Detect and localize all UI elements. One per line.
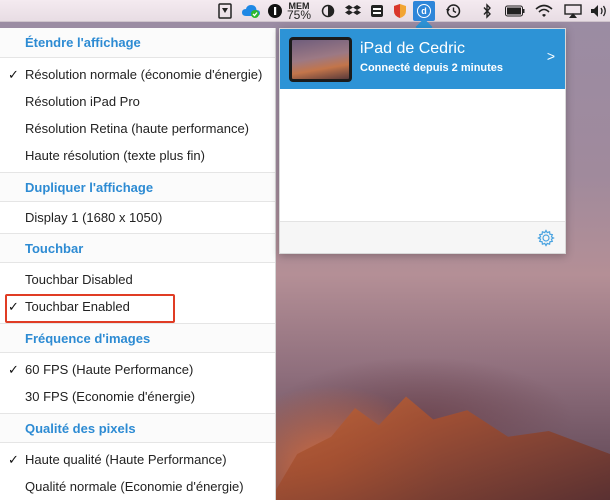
menu-item-touchbar-enabled[interactable]: ✓ Touchbar Enabled bbox=[0, 293, 275, 323]
duet-glyph: d bbox=[417, 4, 431, 18]
checkmark-icon: ✓ bbox=[8, 67, 19, 82]
menu-item-label: Résolution iPad Pro bbox=[25, 94, 140, 109]
chevron-right-icon: > bbox=[546, 48, 555, 64]
menu-item-label: Haute qualité (Haute Performance) bbox=[25, 452, 227, 467]
duet-popover: iPad de Cedric Connecté depuis 2 minutes… bbox=[279, 28, 566, 254]
checkmark-icon: ✓ bbox=[8, 452, 19, 467]
section-header-pixel-quality: Qualité des pixels bbox=[0, 413, 275, 443]
wifi-icon[interactable] bbox=[534, 2, 554, 20]
bluetooth-icon[interactable] bbox=[481, 2, 493, 20]
section-header-extend-display: Étendre l'affichage bbox=[0, 28, 275, 58]
mem-percentage: 75% bbox=[286, 8, 312, 22]
section-header-touchbar: Touchbar bbox=[0, 233, 275, 263]
menu-item-ipad-pro-resolution[interactable]: Résolution iPad Pro bbox=[0, 88, 275, 115]
checkmark-icon: ✓ bbox=[8, 362, 19, 377]
menu-item-30fps[interactable]: 30 FPS (Economie d'énergie) bbox=[0, 383, 275, 410]
one-password-icon[interactable] bbox=[266, 2, 284, 20]
highlight-annotation bbox=[5, 294, 175, 323]
menu-item-label: Display 1 (1680 x 1050) bbox=[25, 210, 163, 225]
menu-item-label: Qualité normale (Economie d'énergie) bbox=[25, 479, 244, 494]
menu-item-label: Touchbar Disabled bbox=[25, 272, 133, 287]
menu-item-normal-quality[interactable]: Qualité normale (Economie d'énergie) bbox=[0, 473, 275, 500]
menu-item-display-1[interactable]: Display 1 (1680 x 1050) bbox=[0, 204, 275, 231]
menu-item-label: 60 FPS (Haute Performance) bbox=[25, 362, 194, 377]
connected-device-row[interactable]: iPad de Cedric Connecté depuis 2 minutes… bbox=[280, 29, 565, 89]
volume-icon[interactable] bbox=[589, 2, 609, 20]
time-machine-icon[interactable] bbox=[444, 2, 462, 20]
memory-monitor-icon[interactable]: MEM 75% bbox=[286, 2, 312, 22]
screenshot-icon[interactable] bbox=[217, 2, 233, 20]
section-header-frame-rate: Fréquence d'images bbox=[0, 323, 275, 353]
menu-item-label: 30 FPS (Economie d'énergie) bbox=[25, 389, 196, 404]
popover-footer bbox=[280, 221, 565, 253]
gear-icon[interactable] bbox=[537, 229, 555, 247]
menu-item-high-resolution[interactable]: Haute résolution (texte plus fin) bbox=[0, 142, 275, 169]
section-header-mirror-display: Dupliquer l'affichage bbox=[0, 172, 275, 202]
menu-item-label: Résolution normale (économie d'énergie) bbox=[25, 67, 263, 82]
menu-item-normal-resolution[interactable]: ✓ Résolution normale (économie d'énergie… bbox=[0, 61, 275, 88]
menu-item-retina-resolution[interactable]: Résolution Retina (haute performance) bbox=[0, 115, 275, 142]
ipad-thumbnail bbox=[289, 37, 352, 82]
flux-icon[interactable] bbox=[320, 2, 336, 20]
dropbox-icon[interactable] bbox=[345, 2, 361, 20]
display-options-menu: Étendre l'affichage ✓ Résolution normale… bbox=[0, 28, 276, 500]
battery-icon[interactable] bbox=[505, 2, 525, 20]
checkmark-icon: ✓ bbox=[8, 299, 19, 314]
airplay-icon[interactable] bbox=[563, 2, 583, 20]
ipad-screen-preview bbox=[292, 40, 349, 79]
device-name: iPad de Cedric bbox=[360, 40, 465, 57]
menu-item-label: Haute résolution (texte plus fin) bbox=[25, 148, 205, 163]
menu-item-touchbar-disabled[interactable]: Touchbar Disabled bbox=[0, 266, 275, 293]
menu-item-60fps[interactable]: ✓ 60 FPS (Haute Performance) bbox=[0, 356, 275, 383]
device-status: Connecté depuis 2 minutes bbox=[360, 62, 504, 74]
cloud-sync-icon[interactable] bbox=[241, 2, 261, 20]
shield-icon[interactable] bbox=[392, 2, 408, 20]
kensington-icon[interactable] bbox=[369, 2, 385, 20]
menu-item-label: Résolution Retina (haute performance) bbox=[25, 121, 250, 136]
menu-bar: MEM 75% d bbox=[0, 0, 610, 22]
menu-item-high-quality[interactable]: ✓ Haute qualité (Haute Performance) bbox=[0, 446, 275, 473]
